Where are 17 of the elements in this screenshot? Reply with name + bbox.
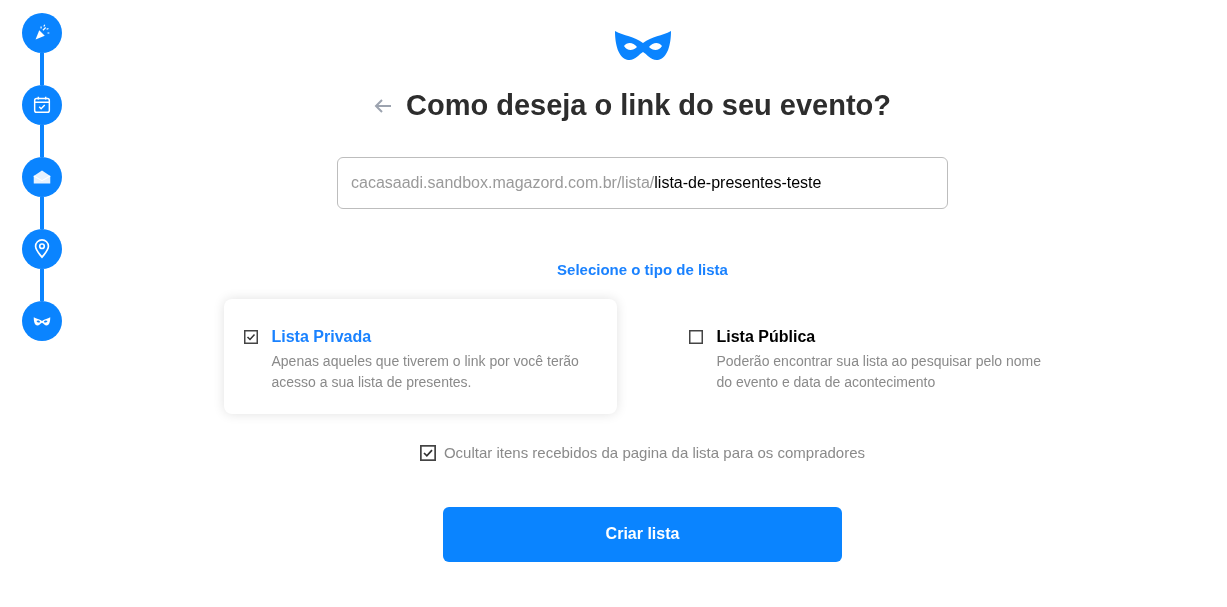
- checkbox[interactable]: [419, 445, 436, 462]
- checkbox[interactable]: [688, 330, 703, 344]
- checkbox[interactable]: [243, 330, 258, 344]
- page-title: Como deseja o link do seu evento?: [405, 88, 891, 123]
- option-description: Poderão encontrar sua lista ao pesquisar pelo nome do evento e data de acontecimento: [716, 352, 1043, 392]
- mask-logo: [613, 30, 672, 62]
- list-type-option[interactable]: Lista Privada Apenas aqueles que tiverem o link por você terão acesso a sua lista de presentes.: [223, 299, 617, 414]
- option-title: Lista Privada: [271, 327, 373, 347]
- option-description: Apenas aqueles que tiverem o link por você terão acesso a sua lista de presentes.: [271, 352, 580, 392]
- link-field[interactable]: cacasaadi.sandbox.magazord.com.br/lista/lista-de-presentes-teste: [337, 156, 948, 209]
- back-arrow-icon[interactable]: [373, 97, 392, 114]
- calendar-icon: [31, 94, 53, 116]
- list-type-heading: Selecione o tipo de lista: [557, 259, 728, 280]
- option-title: Lista Pública: [716, 327, 817, 347]
- create-list-button[interactable]: Criar lista: [443, 506, 842, 562]
- hide-received-option[interactable]: Ocultar itens recebidos da pagina da lista para os compradores: [419, 442, 866, 465]
- list-type-option[interactable]: Lista Pública Poderão encontrar sua lista ao pesquisar pelo nome do evento e data de acontecimento: [668, 299, 1062, 414]
